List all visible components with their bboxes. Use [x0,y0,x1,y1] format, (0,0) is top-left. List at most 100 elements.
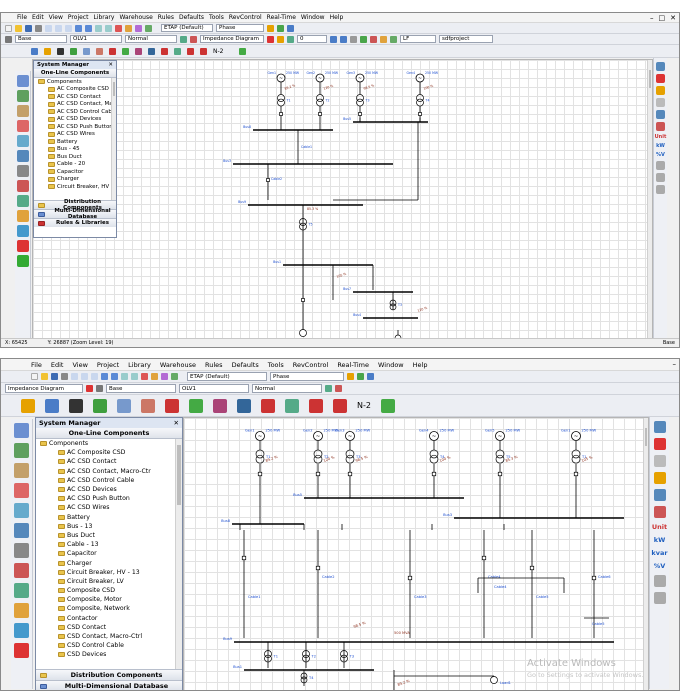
element-label[interactable]: Cable1 [301,145,312,149]
gen-tool-icon[interactable] [16,120,29,132]
generator-label[interactable]: Gen2 [307,71,315,75]
tree-item[interactable]: Components [36,439,182,448]
v-label[interactable]: %V [654,562,666,570]
element-label[interactable]: Cable4 [494,585,507,589]
battery-tool-icon[interactable] [16,210,29,222]
relay-tool-icon[interactable] [16,180,29,192]
menu-revcontrol[interactable]: RevControl [229,14,262,21]
lf-combo[interactable]: LF [400,35,436,43]
zoom-in-icon[interactable] [121,373,128,380]
panel-close-icon[interactable]: ✕ [108,62,113,68]
breaker-tool-icon[interactable] [16,165,29,177]
tree-item[interactable]: AC CSD Contact [36,457,182,466]
tree-item[interactable]: Bus Duct [34,153,116,161]
arrow-up-icon[interactable] [340,35,347,43]
arrow-down-icon[interactable] [330,35,337,43]
cable-tool-icon[interactable] [16,90,29,102]
reliability-icon[interactable] [189,398,203,413]
menu-realtime[interactable]: Real-Time [337,361,369,369]
lock-icon[interactable] [267,24,274,32]
element-label[interactable]: Cable2 [271,177,282,181]
theme-icon[interactable] [161,373,168,380]
fault-icon[interactable] [267,35,274,43]
bus-label[interactable]: Bus9 [223,637,233,641]
alarm-icon[interactable] [656,122,665,131]
tree-item[interactable]: AC CSD Wires [36,503,182,512]
ground-icon[interactable] [174,47,181,55]
canvas-scroll-thumb[interactable] [649,70,651,88]
settings-icon[interactable] [96,385,103,392]
transformer-winding[interactable] [277,98,285,107]
load-symbol[interactable] [299,329,307,337]
tree-scrollbar[interactable] [111,78,116,200]
tree-item[interactable]: Composite CSD [36,586,182,595]
element-label[interactable]: Cable3 [414,595,427,599]
load-symbol[interactable] [490,676,498,684]
menu-edit[interactable]: Edit [32,14,44,21]
generator-label[interactable]: Gen2 [303,429,313,433]
generator-label[interactable]: Gen1 [561,429,571,433]
stop-icon[interactable] [141,373,148,380]
minimize-icon[interactable]: – [650,14,654,22]
new-icon[interactable] [31,373,38,380]
tree-item[interactable]: AC CSD Contact [34,93,116,101]
flow-annotation[interactable]: 120 % [417,306,428,313]
generator-label[interactable]: Gen1 [268,71,276,75]
breaker-symbol[interactable] [257,471,263,477]
olv-combo[interactable]: OLV1 [70,35,122,43]
transformer-label[interactable]: T1 [273,655,278,659]
zero-combo[interactable]: 0 [297,35,327,43]
fault-icon[interactable] [86,385,93,392]
tree-item[interactable]: Charger [36,558,182,567]
n2-label[interactable]: N-2 [213,48,223,55]
breaker-symbol[interactable] [315,471,321,477]
print-icon[interactable] [35,24,42,32]
tree-item[interactable]: Cable - 13 [36,540,182,549]
undo-icon[interactable] [101,373,108,380]
tag-icon[interactable] [653,575,666,587]
table-icon[interactable] [350,35,357,43]
edit-mode-icon[interactable] [21,398,35,413]
check-icon[interactable] [145,24,152,32]
bus-label[interactable]: Bus8 [221,519,231,523]
menu-revcontrol[interactable]: RevControl [293,361,329,369]
report-icon[interactable] [370,35,377,43]
normal-combo[interactable]: Normal [125,35,177,43]
bus-label[interactable]: Bus9 [238,200,246,204]
transformer-label[interactable]: T3 [397,303,402,307]
element-label[interactable]: Cable1 [248,595,261,599]
generator-rating[interactable]: 250 MW [506,429,521,433]
paste-icon[interactable] [91,373,98,380]
generator-rating[interactable]: 250 MW [425,71,439,75]
breaker-symbol[interactable] [529,565,535,571]
one-line-canvas[interactable]: ~ Gen1 250 MW T1 89.2 % ~ Gen2 250 MW T2 120 % ~ Ge… [183,417,649,691]
flow-annotation[interactable]: 85.3 % [307,207,318,211]
tree-item[interactable]: Battery [36,513,182,522]
edit-mode-icon[interactable] [31,47,38,55]
element-label[interactable]: Cable5 [536,595,549,599]
bus-tool-icon[interactable] [16,75,29,87]
tree-item[interactable]: Bus Duct [36,531,182,540]
menu-view[interactable]: View [49,14,63,21]
menu-rules[interactable]: Rules [158,14,174,21]
kw-label[interactable]: kW [654,536,666,544]
tree-item[interactable]: AC CSD Push Button [36,494,182,503]
bus-label[interactable]: Bus4 [353,313,361,317]
config-icon[interactable] [325,385,332,392]
tree-item[interactable]: Circuit Breaker, HV - 13 [36,568,182,577]
contingency-icon[interactable] [187,47,194,55]
bus-label[interactable]: Bus3 [223,159,231,163]
tree-item[interactable]: AC Composite CSD [36,448,182,457]
undo-icon[interactable] [75,24,82,32]
tree-item[interactable]: Capacitor [36,549,182,558]
transformer-winding[interactable] [429,454,439,464]
one-line-diagram[interactable]: ~Gen1 250 MWT189.2 %~Gen2 250 MWT2120 %~Ge… [184,418,649,691]
breaker-symbol[interactable] [418,112,422,116]
bus-label[interactable]: Bus8 [243,125,251,129]
breaker-symbol[interactable] [481,555,487,561]
one-line-canvas[interactable]: ~ Gen1 250 MW T1 89.2 % ~ Gen2 250 MW T2 120 % ~ Ge… [32,59,653,344]
generator-glyph[interactable]: ~ [574,434,579,440]
one-line-diagram[interactable]: ~Gen1 250 MWT189.2 %~Gen2 250 MWT2120 %~Ge… [33,60,653,344]
breaker-symbol[interactable] [241,555,247,561]
motor-tool-icon[interactable] [16,135,29,147]
